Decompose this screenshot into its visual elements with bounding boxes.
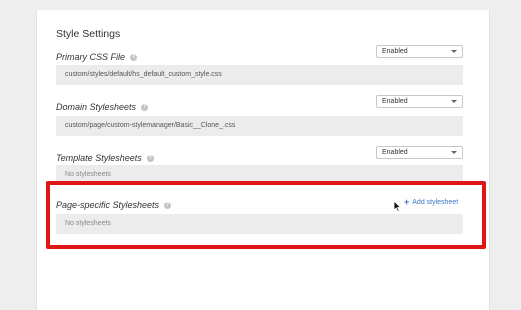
chevron-down-icon xyxy=(451,100,457,103)
primary-css-status-value: Enabled xyxy=(382,48,408,55)
domain-stylesheets-status-value: Enabled xyxy=(382,98,408,105)
primary-css-path: custom/styles/default/hs_default_custom_… xyxy=(56,65,463,85)
template-stylesheets-label: Template Stylesheets xyxy=(56,153,142,163)
domain-stylesheet-path: custom/page/custom-stylemanager/Basic__C… xyxy=(56,116,463,136)
domain-stylesheets-status-select[interactable]: Enabled xyxy=(376,95,463,108)
template-stylesheets-label-row: Template Stylesheets ? xyxy=(56,153,154,163)
chevron-down-icon xyxy=(451,151,457,154)
help-icon[interactable]: ? xyxy=(141,103,149,111)
primary-css-status-select[interactable]: Enabled xyxy=(376,45,463,58)
section-title: Style Settings xyxy=(56,28,121,40)
help-icon[interactable]: ? xyxy=(146,154,154,162)
domain-stylesheets-label: Domain Stylesheets xyxy=(56,102,137,112)
chevron-down-icon xyxy=(451,50,457,53)
help-icon[interactable]: ? xyxy=(130,53,138,61)
template-stylesheets-status-select[interactable]: Enabled xyxy=(376,146,463,159)
template-stylesheets-status-value: Enabled xyxy=(382,149,408,156)
primary-css-label: Primary CSS File xyxy=(56,52,126,62)
highlight-box xyxy=(46,181,486,249)
domain-stylesheets-label-row: Domain Stylesheets ? xyxy=(56,102,149,112)
primary-css-label-row: Primary CSS File ? xyxy=(56,52,138,62)
